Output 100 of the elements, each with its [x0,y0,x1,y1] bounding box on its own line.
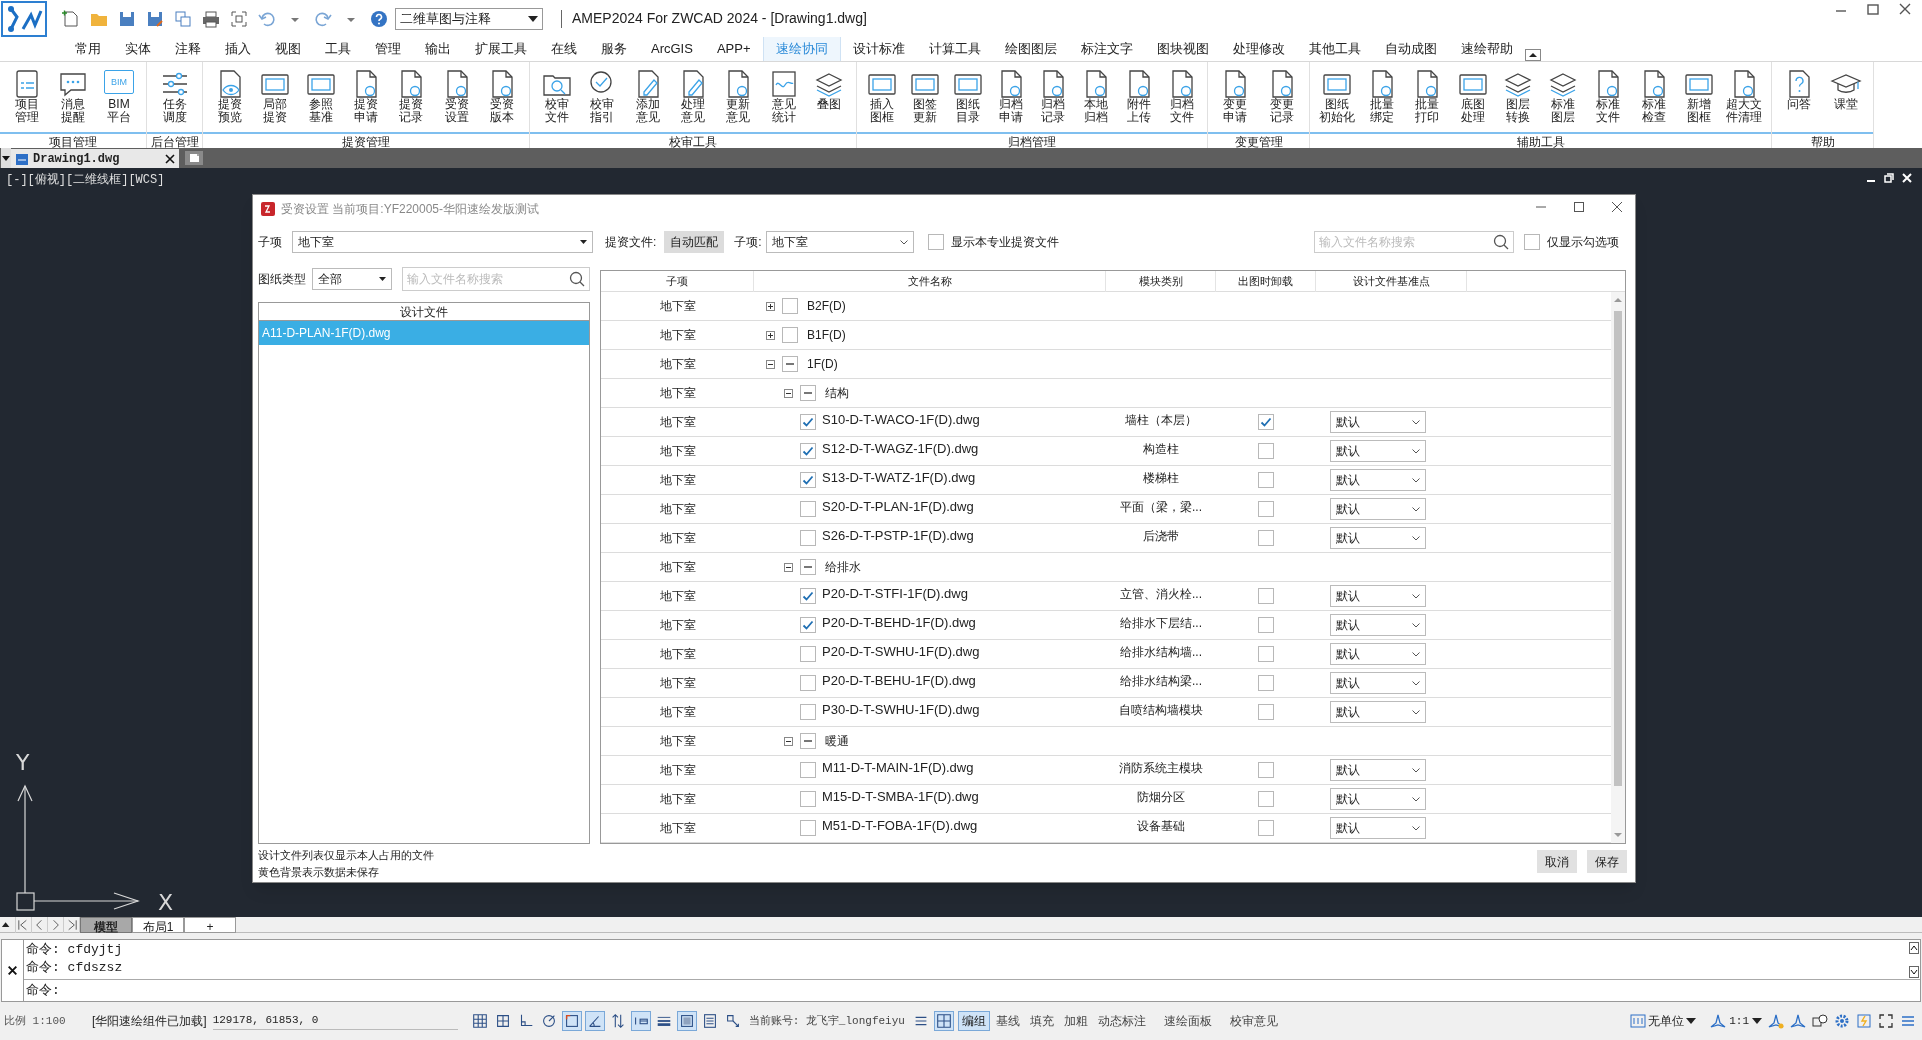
ribbon-button[interactable]: 局部 提资 [254,68,297,132]
zoom-frame-icon[interactable] [229,8,249,29]
menu-tab[interactable]: 在线 [539,36,589,61]
collapse-icon[interactable] [784,736,793,746]
ribbon-button[interactable]: 任务 调度 [153,68,196,132]
menu-tab[interactable]: 服务 [589,36,639,61]
ribbon-button[interactable]: 提资 预览 [208,68,251,132]
dropdown[interactable]: 地下室 [292,231,593,253]
menu-tab[interactable]: 自动成图 [1372,36,1449,61]
menu-tab[interactable]: 视图 [263,36,313,61]
auto-match-button[interactable]: 自动匹配 [664,231,725,253]
ribbon-button[interactable]: 插入 图框 [861,68,904,132]
dropdown[interactable]: 默认 [1330,672,1426,694]
menu-tab[interactable]: 实体 [113,36,163,61]
menu-tab[interactable]: 设计标准 [840,36,917,61]
ribbon-button[interactable]: 叠图 [808,68,851,132]
status-toggle[interactable]: 动态标注 [1093,1011,1150,1031]
status-toggle[interactable]: 校审意见 [1225,1011,1282,1031]
menu-tab[interactable]: ArcGIS [639,36,705,61]
print-icon[interactable] [201,8,221,29]
command-input[interactable]: 命令: [24,980,1920,1001]
ribbon-button[interactable]: 提资 申请 [344,68,387,132]
annotation-icon[interactable] [1768,1013,1784,1029]
checkbox[interactable] [1258,501,1274,517]
grid-icon[interactable] [933,1011,954,1031]
close-icon[interactable] [1611,201,1623,213]
copy-icon[interactable] [173,8,193,29]
checkbox[interactable] [800,588,816,604]
ribbon-button[interactable]: 批量 绑定 [1360,68,1403,132]
collapse-ribbon-icon[interactable] [1524,49,1541,61]
angle-icon[interactable] [584,1011,605,1031]
document-tab[interactable]: Drawing1.dwg [11,149,179,168]
checkbox[interactable] [1258,704,1274,720]
checkbox[interactable] [1258,820,1274,836]
checkbox[interactable] [800,820,816,836]
annotation-icon[interactable] [1790,1013,1806,1029]
expand-icon[interactable] [766,330,775,340]
help-icon[interactable] [369,8,389,29]
ribbon-button[interactable]: 超大文 件清理 [1723,68,1766,132]
checkbox[interactable] [800,385,816,401]
checkbox[interactable] [782,298,798,314]
menu-tab[interactable]: 速绘协同 [762,36,841,61]
dropdown[interactable]: 默认 [1330,701,1426,723]
ribbon-button[interactable]: 添加 意见 [626,68,669,132]
menu-tab[interactable]: 输出 [413,36,463,61]
checkbox[interactable] [1258,530,1274,546]
search-field[interactable]: 输入文件名称搜索 [402,267,590,291]
checkbox[interactable] [800,472,816,488]
ribbon-button[interactable]: 图纸 初始化 [1315,68,1358,132]
ribbon-button[interactable]: 标准 检查 [1632,68,1675,132]
menu-tab[interactable]: 速绘帮助 [1448,36,1525,61]
menu-tab[interactable]: 计算工具 [916,36,993,61]
status-toggle[interactable]: 基线 [991,1011,1024,1031]
collapse-icon[interactable] [784,388,793,398]
shapes-icon[interactable] [1812,1013,1828,1029]
dropdown[interactable]: 默认 [1330,411,1426,433]
menu-tab[interactable]: 工具 [313,36,363,61]
checkbox[interactable] [800,733,816,749]
menu-tab[interactable]: 注释 [163,36,213,61]
ribbon-button[interactable]: 提资 记录 [390,68,433,132]
checkbox[interactable] [800,443,816,459]
collapse-icon[interactable] [784,562,793,572]
menu-tab[interactable]: 插入 [213,36,263,61]
status-toggle[interactable]: 填充 [1025,1011,1058,1031]
status-toggle[interactable]: 速绘面板 [1159,1011,1216,1031]
checkbox[interactable] [1258,588,1274,604]
ribbon-button[interactable]: 标准 文件 [1587,68,1630,132]
checkbox[interactable] [1258,762,1274,778]
menu-tab[interactable]: 图块视图 [1144,36,1221,61]
ribbon-button[interactable]: 校审 文件 [535,68,578,132]
checkbox[interactable] [800,559,816,575]
checkbox[interactable] [1258,617,1274,633]
scroll-up-icon[interactable] [1909,942,1919,954]
checkbox[interactable] [800,704,816,720]
scroll-down-icon[interactable] [1909,966,1919,978]
ribbon-button[interactable]: 变更 申请 [1214,68,1257,132]
checkbox[interactable] [927,234,944,250]
status-toggle[interactable]: 加粗 [1059,1011,1092,1031]
checkbox[interactable] [1258,443,1274,459]
menu-tab[interactable]: 管理 [363,36,413,61]
ribbon-button[interactable]: 归档 申请 [989,68,1032,132]
ribbon-button[interactable]: BIM BIM 平台 [98,68,140,132]
checkbox[interactable] [800,791,816,807]
menu-tab[interactable]: APP+ [704,36,763,61]
checkbox[interactable] [1523,234,1540,250]
ribbon-button[interactable]: 校审 指引 [581,68,624,132]
ribbon-button[interactable]: 参照 基准 [299,68,342,132]
close-icon[interactable] [1898,2,1912,16]
dialog-button[interactable]: 取消 [1537,850,1577,873]
ribbon-button[interactable]: 归档 记录 [1032,68,1075,132]
settings-icon[interactable] [1834,1013,1850,1029]
checkbox[interactable] [800,414,816,430]
menu-tab[interactable]: 常用 [63,36,113,61]
annotation-scale-dropdown[interactable]: 1:1 [1710,1012,1762,1030]
dialog-button[interactable]: 保存 [1587,850,1627,873]
first-icon[interactable] [16,916,32,933]
checkbox[interactable] [782,327,798,343]
menu-tab[interactable]: 扩展工具 [463,36,539,61]
search-field[interactable]: 输入文件名称搜索 [1313,231,1514,253]
dropdown[interactable]: 默认 [1330,788,1426,810]
